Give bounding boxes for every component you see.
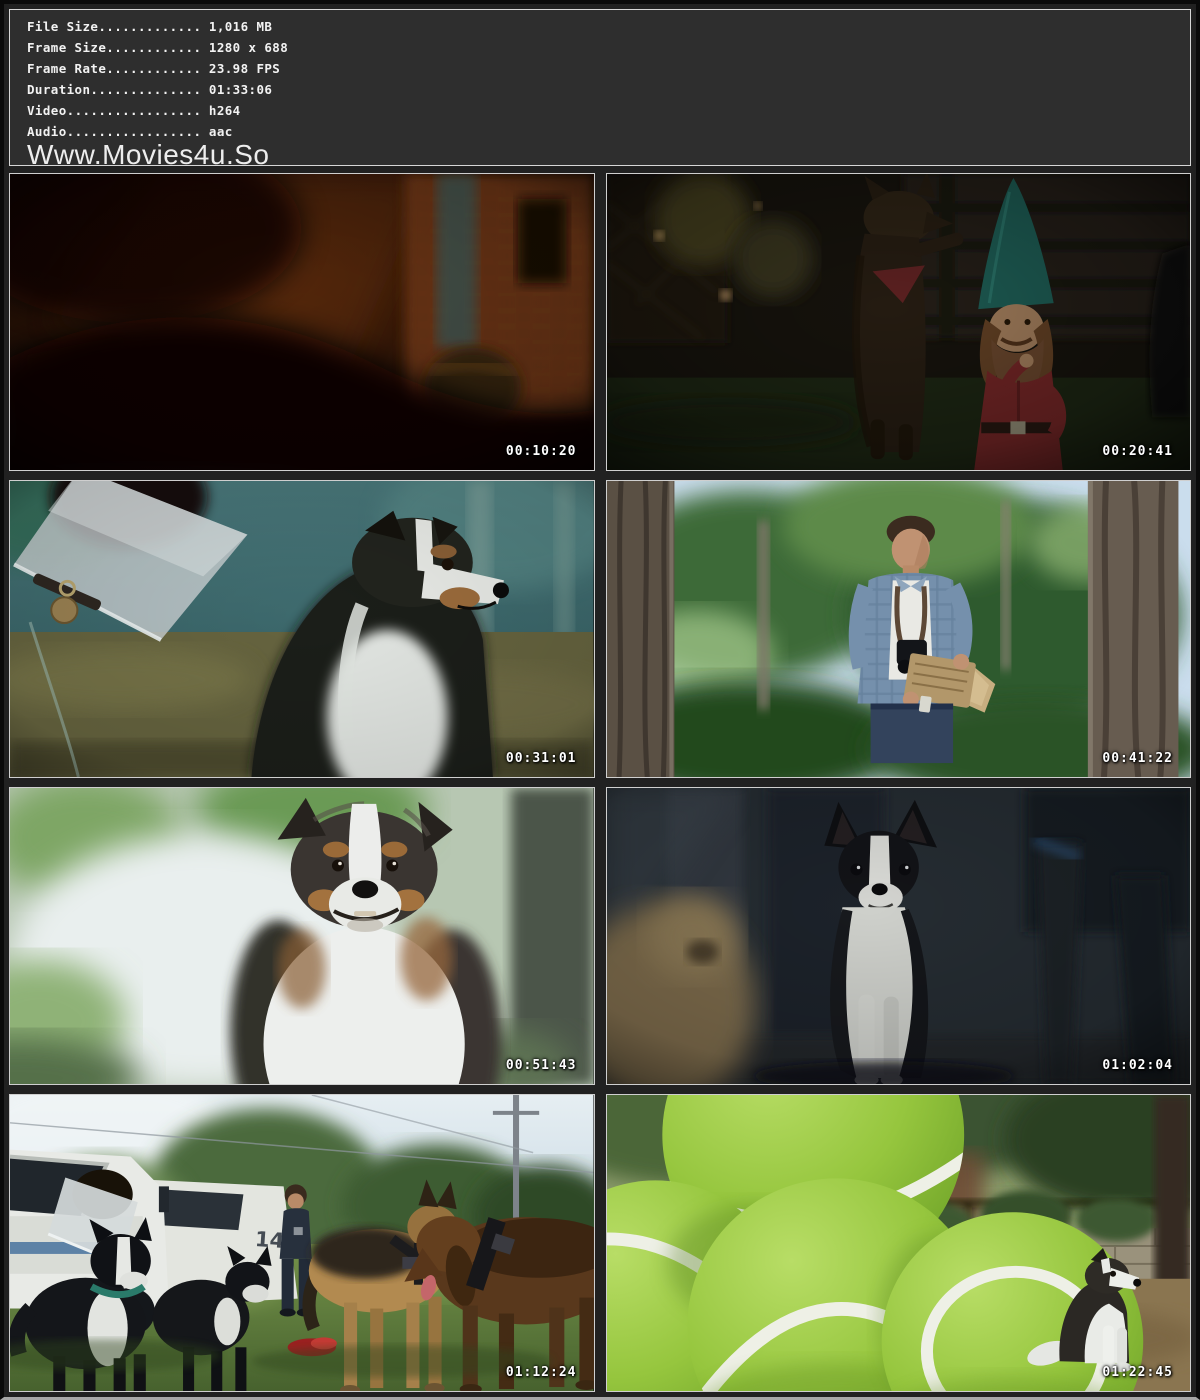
info-label: Frame Rate <box>27 61 106 76</box>
screenshot-giant-tennis-balls: 01:22:45 <box>606 1094 1192 1392</box>
info-dots: ................. <box>67 103 202 118</box>
info-value: 1280 x 688 <box>201 40 288 55</box>
timestamp-overlay: 01:02:04 <box>1102 1058 1173 1073</box>
screenshot-grid: 00:10:20 <box>9 173 1191 1392</box>
scene-illustration <box>607 1095 1191 1391</box>
screenshot-k9-dogs-truck: 14 <box>9 1094 595 1392</box>
scene-illustration <box>10 788 594 1084</box>
timestamp-overlay: 01:22:45 <box>1102 1365 1173 1380</box>
timestamp-overlay: 00:51:43 <box>506 1058 577 1073</box>
screenshot-aussie-closeup: 00:51:43 <box>9 787 595 1085</box>
scene-illustration <box>607 481 1191 777</box>
info-label: File Size <box>27 19 98 34</box>
info-value: 23.98 FPS <box>201 61 280 76</box>
screenshot-sheet: File Size.............1,016 MB Frame Siz… <box>0 0 1200 1400</box>
media-info-panel: File Size.............1,016 MB Frame Siz… <box>9 9 1191 166</box>
info-label: Video <box>27 103 67 118</box>
scene-illustration <box>607 788 1191 1084</box>
timestamp-overlay: 01:12:24 <box>506 1365 577 1380</box>
info-row-duration: Duration..............01:33:06 <box>27 79 1176 100</box>
info-row-frame-rate: Frame Rate............23.98 FPS <box>27 58 1176 79</box>
screenshot-alley-night: 00:10:20 <box>9 173 595 471</box>
info-label: Audio <box>27 124 67 139</box>
timestamp-overlay: 00:10:20 <box>506 444 577 459</box>
info-value: 01:33:06 <box>201 82 272 97</box>
info-label: Frame Size <box>27 40 106 55</box>
scene-illustration: 14 <box>10 1095 594 1391</box>
info-label: Duration <box>27 82 90 97</box>
info-value: 1,016 MB <box>201 19 272 34</box>
screenshot-dog-gnome: 00:20:41 <box>606 173 1192 471</box>
info-row-frame-size: Frame Size............1280 x 688 <box>27 37 1176 58</box>
info-value: h264 <box>201 103 240 118</box>
info-row-file-size: File Size.............1,016 MB <box>27 16 1176 37</box>
info-value: aac <box>201 124 232 139</box>
info-dots: ............ <box>106 61 201 76</box>
screenshot-boston-terrier: 01:02:04 <box>606 787 1192 1085</box>
info-dots: ................. <box>67 124 202 139</box>
info-dots: ............ <box>106 40 201 55</box>
info-dots: ............. <box>98 19 201 34</box>
timestamp-overlay: 00:41:22 <box>1102 751 1173 766</box>
timestamp-overlay: 00:31:01 <box>506 751 577 766</box>
scene-illustration <box>10 481 594 777</box>
scene-illustration <box>607 174 1191 470</box>
site-watermark: Www.Movies4u.So <box>27 142 1176 166</box>
timestamp-overlay: 00:20:41 <box>1102 444 1173 459</box>
scene-illustration <box>10 174 594 470</box>
screenshot-dog-cone-barn: 00:31:01 <box>9 480 595 778</box>
info-row-video: Video.................h264 <box>27 100 1176 121</box>
info-dots: .............. <box>90 82 201 97</box>
screenshot-man-forest: 00:41:22 <box>606 480 1192 778</box>
